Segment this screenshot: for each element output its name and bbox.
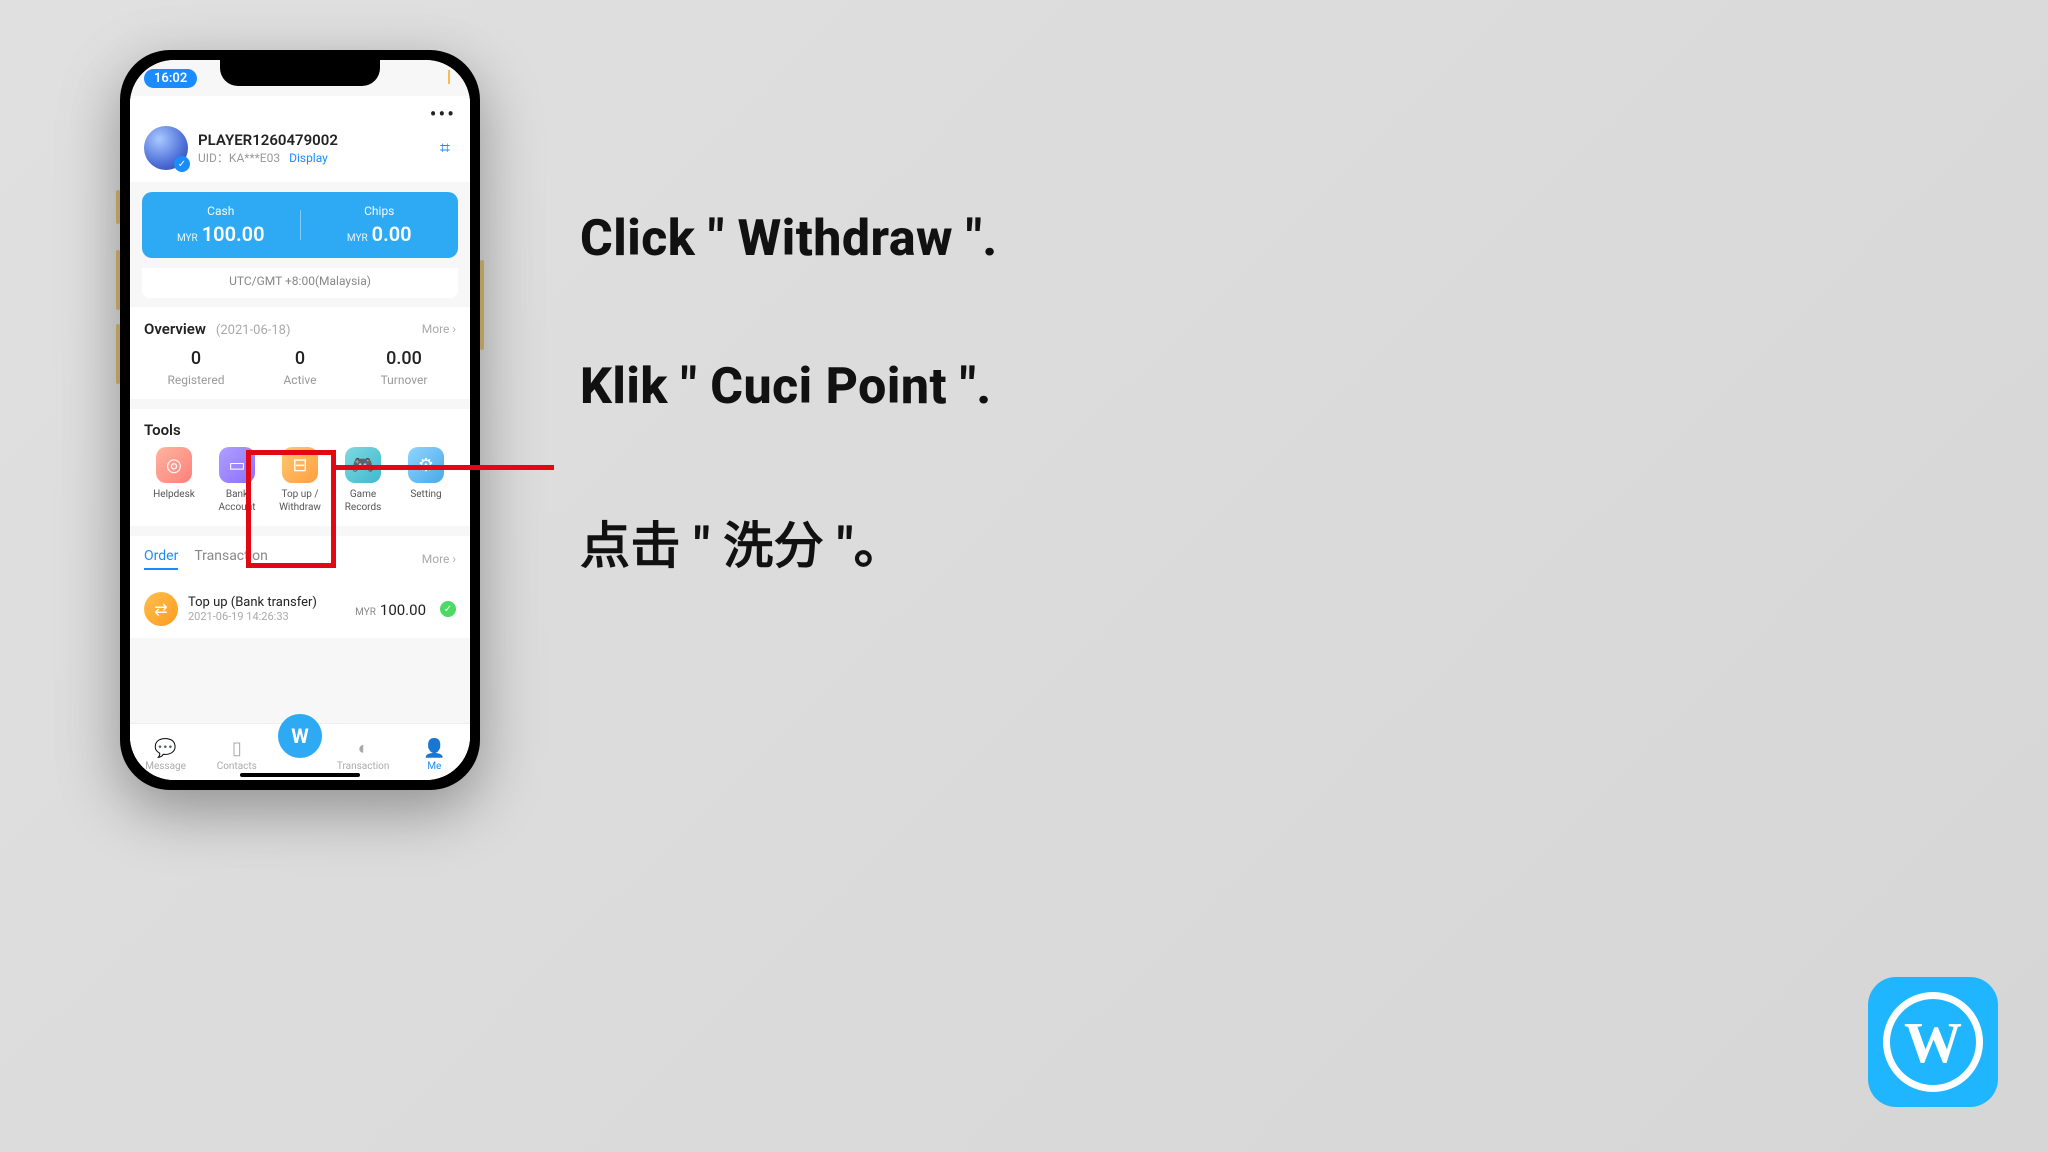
phone-mute-switch <box>116 190 120 224</box>
tools-title: Tools <box>144 421 456 439</box>
contacts-icon: ▯ <box>207 738 267 759</box>
bottom-nav: 💬Message ▯Contacts W ◐Transaction 👤Me <box>130 723 470 780</box>
transfer-icon: ⇄ <box>144 592 178 626</box>
phone-power <box>480 260 484 350</box>
status-bar: 16:02 <box>130 60 470 96</box>
brand-logo-letter: W <box>1883 992 1983 1092</box>
turnover-value: 0.00 <box>352 348 456 369</box>
nav-transaction[interactable]: ◐ Transaction <box>333 738 393 772</box>
tool-bank-account[interactable]: ▭ Bank Account <box>207 447 267 514</box>
home-indicator <box>240 773 360 777</box>
message-icon: 💬 <box>136 738 196 759</box>
profile-header: ••• PLAYER1260479002 UID：KA***E03 Displa… <box>130 96 470 182</box>
tab-transaction[interactable]: Transaction <box>194 548 268 570</box>
turnover-label: Turnover <box>352 373 456 387</box>
timezone-label: UTC/GMT +8:00(Malaysia) <box>142 268 458 298</box>
helpdesk-icon: ◎ <box>156 447 192 483</box>
tab-order[interactable]: Order <box>144 548 178 570</box>
topup-label: Top up / Withdraw <box>270 489 330 514</box>
phone-mockup: 16:02 ••• PLAYER1260479002 UID：KA***E03 … <box>120 50 480 790</box>
balance-card[interactable]: Cash MYR 100.00 Chips MYR 0.00 <box>142 192 458 258</box>
txn-amount: 100.00 <box>380 601 426 619</box>
registered-value: 0 <box>144 348 248 369</box>
active-value: 0 <box>248 348 352 369</box>
success-check-icon: ✓ <box>440 601 456 617</box>
phone-vol-down <box>116 324 120 384</box>
nav-contacts-label: Contacts <box>217 761 257 772</box>
instruction-en: Click " Withdraw ". <box>580 210 998 268</box>
cash-column: Cash MYR 100.00 <box>142 204 300 246</box>
tool-game-records[interactable]: 🎮Game Records <box>333 447 393 514</box>
transaction-row[interactable]: ⇄ Top up (Bank transfer) 2021-06-19 14:2… <box>144 580 456 626</box>
uid-value: KA***E03 <box>229 151 280 165</box>
cash-amount: 100.00 <box>202 222 265 246</box>
tool-setting[interactable]: ⚙Setting <box>396 447 456 514</box>
display-link[interactable]: Display <box>289 151 328 165</box>
brand-logo: W <box>1868 977 1998 1107</box>
avatar[interactable] <box>144 126 188 170</box>
player-name: PLAYER1260479002 <box>198 131 424 149</box>
nav-transaction-label: Transaction <box>337 761 390 772</box>
more-options-icon[interactable]: ••• <box>430 102 456 126</box>
cash-currency: MYR <box>177 233 198 244</box>
transaction-icon: ◐ <box>333 738 393 759</box>
active-label: Active <box>248 373 352 387</box>
cash-label: Cash <box>142 204 300 218</box>
overview-more[interactable]: More › <box>422 322 456 336</box>
orders-more[interactable]: More › <box>422 552 456 566</box>
tool-helpdesk[interactable]: ◎ Helpdesk <box>144 447 204 514</box>
phone-vol-up <box>116 250 120 310</box>
chips-label: Chips <box>301 204 459 218</box>
player-uid: UID：KA***E03 Display <box>198 149 424 166</box>
bank-label: Bank Account <box>207 489 267 514</box>
topup-icon: ⊟ <box>282 447 318 483</box>
bank-icon: ▭ <box>219 447 255 483</box>
instructions: Click " Withdraw ". Klik " Cuci Point ".… <box>580 210 998 668</box>
app-screen: 16:02 ••• PLAYER1260479002 UID：KA***E03 … <box>130 60 470 780</box>
nav-message[interactable]: 💬 Message <box>136 738 196 772</box>
overview-section: Overview (2021-06-18) More › 0Registered… <box>130 307 470 399</box>
overview-more-label: More <box>422 322 450 336</box>
chips-amount: 0.00 <box>372 222 412 246</box>
overview-date: (2021-06-18) <box>216 323 291 338</box>
game-label: Game Records <box>333 489 393 514</box>
setting-label: Setting <box>396 489 456 502</box>
instruction-zh: 点击 " 洗分 "。 <box>580 506 998 578</box>
status-signal-icon <box>448 70 450 84</box>
chips-column: Chips MYR 0.00 <box>301 204 459 246</box>
nav-message-label: Message <box>145 761 186 772</box>
orders-section: Order Transaction More › ⇄ Top up (Bank … <box>130 536 470 638</box>
nav-me-label: Me <box>427 761 441 772</box>
nav-contacts[interactable]: ▯ Contacts <box>207 738 267 772</box>
uid-prefix: UID： <box>198 151 229 165</box>
overview-title: Overview <box>144 320 206 338</box>
nav-center-button[interactable]: W <box>278 714 322 758</box>
chips-currency: MYR <box>347 233 368 244</box>
me-icon: 👤 <box>404 738 464 759</box>
qr-icon[interactable]: ⌗ <box>434 137 456 159</box>
registered-label: Registered <box>144 373 248 387</box>
txn-currency: MYR <box>355 607 376 618</box>
highlight-connector <box>336 465 554 470</box>
tool-topup-withdraw[interactable]: ⊟ Top up / Withdraw <box>270 447 330 514</box>
helpdesk-label: Helpdesk <box>144 489 204 502</box>
status-time: 16:02 <box>144 69 197 88</box>
instruction-ms: Klik " Cuci Point ". <box>580 358 998 416</box>
orders-more-label: More <box>422 552 450 566</box>
txn-time: 2021-06-19 14:26:33 <box>188 610 345 623</box>
txn-title: Top up (Bank transfer) <box>188 595 345 610</box>
nav-me[interactable]: 👤 Me <box>404 738 464 772</box>
